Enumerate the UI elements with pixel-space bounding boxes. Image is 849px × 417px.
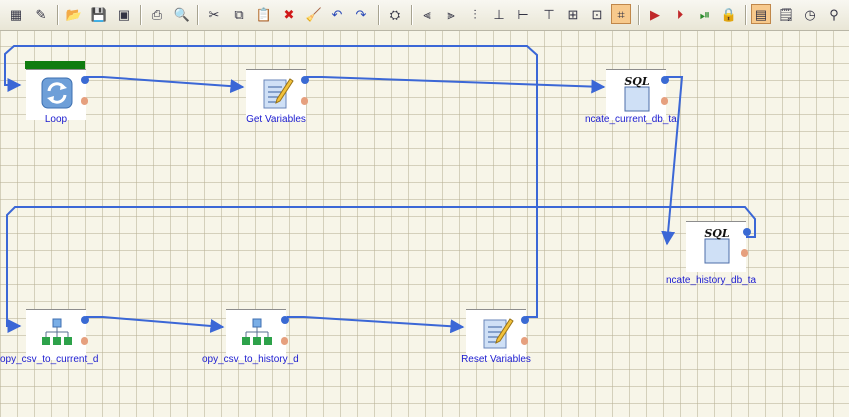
- sql-icon: SQL: [624, 75, 650, 112]
- component-truncate-current[interactable]: SQL: [606, 69, 669, 120]
- job-properties-icon[interactable]: ▦: [6, 4, 26, 24]
- align-left-icon[interactable]: ⫷: [417, 4, 437, 24]
- link-copy-current-to-copy-history: [86, 316, 225, 333]
- component-label: ncate_history_db_ta: [666, 275, 757, 286]
- toolbar-separator: [197, 5, 198, 25]
- find-icon[interactable]: ⛭: [385, 4, 405, 24]
- execution-progress-bar: [25, 61, 85, 69]
- input-port[interactable]: [661, 97, 668, 105]
- align-top-icon[interactable]: ⊤: [539, 4, 559, 24]
- toolbar: ▦ ✎ 📂 💾 ▣ ⎙ 🔍 ✂ ⧉ 📋 ✖ 🧹 ↶ ↷ ⛭ ⫷ ⫸ ⫶ ⊥ ⊢ …: [0, 0, 849, 31]
- output-port[interactable]: [81, 76, 89, 84]
- output-port[interactable]: [521, 316, 529, 324]
- binoculars-icon[interactable]: ⚲: [824, 4, 844, 24]
- align-center-icon[interactable]: ⫸: [441, 4, 461, 24]
- job-canvas[interactable]: Loop Get Variables SQL ncate_current_db_…: [0, 31, 849, 417]
- output-port[interactable]: [661, 76, 669, 84]
- component-copy-csv-to-history[interactable]: [226, 309, 289, 360]
- input-port[interactable]: [81, 97, 88, 105]
- script-icon: [483, 318, 514, 349]
- component-loop[interactable]: [25, 61, 89, 120]
- output-port[interactable]: [281, 316, 289, 324]
- print-icon[interactable]: ⎙: [147, 4, 167, 24]
- copy-icon[interactable]: ⧉: [229, 4, 249, 24]
- input-port[interactable]: [521, 337, 528, 345]
- sql-icon-text: SQL: [704, 227, 730, 240]
- input-port[interactable]: [301, 97, 308, 105]
- zoom-icon[interactable]: ◷: [800, 4, 820, 24]
- sql-icon-text: SQL: [624, 75, 650, 88]
- link-truncate-history-to-copy-current: [6, 206, 756, 333]
- show-grid-icon[interactable]: ▤: [751, 4, 771, 24]
- clean-icon[interactable]: 🧹: [304, 4, 324, 24]
- transform-icon: [242, 318, 272, 345]
- run-from-icon[interactable]: ⏵: [670, 4, 690, 24]
- undo-icon[interactable]: ↶: [327, 4, 347, 24]
- component-get-variables[interactable]: [246, 69, 309, 120]
- component-label: opy_csv_to_current_d: [0, 354, 99, 365]
- lock-icon[interactable]: 🔒: [719, 4, 739, 24]
- edit-properties-icon[interactable]: ✎: [31, 4, 51, 24]
- same-size-icon[interactable]: ⊡: [587, 4, 607, 24]
- open-icon[interactable]: 📂: [64, 4, 84, 24]
- sql-icon: SQL: [704, 227, 730, 264]
- transform-icon: [42, 318, 72, 345]
- align-bottom-icon[interactable]: ⊥: [489, 4, 509, 24]
- distribute-icon[interactable]: ⊞: [563, 4, 583, 24]
- link-loop-to-get-variables: [86, 76, 245, 94]
- input-port[interactable]: [741, 249, 748, 257]
- paste-icon[interactable]: 📋: [254, 4, 274, 24]
- component-label: opy_csv_to_history_d: [202, 354, 299, 365]
- toolbar-separator: [378, 5, 379, 25]
- component-label: Loop: [44, 114, 68, 125]
- component-reset-variables[interactable]: [466, 309, 529, 360]
- snap-to-grid-icon[interactable]: ⌗: [611, 4, 631, 24]
- save-all-icon[interactable]: ▣: [114, 4, 134, 24]
- component-label: Reset Variables: [461, 354, 531, 365]
- input-port[interactable]: [281, 337, 288, 345]
- save-icon[interactable]: 💾: [89, 4, 109, 24]
- output-port[interactable]: [301, 76, 309, 84]
- loop-icon: [41, 77, 73, 109]
- delete-icon[interactable]: ✖: [279, 4, 299, 24]
- component-label: Get Variables: [246, 114, 306, 125]
- preview-icon[interactable]: ⏯: [695, 4, 715, 24]
- redo-icon[interactable]: ↷: [351, 4, 371, 24]
- align-right-icon[interactable]: ⫶: [465, 4, 485, 24]
- toolbar-separator: [140, 5, 141, 25]
- link-copy-history-to-reset-variables: [287, 316, 465, 334]
- cut-icon[interactable]: ✂: [204, 4, 224, 24]
- output-port[interactable]: [743, 228, 751, 236]
- toolbar-separator: [638, 5, 639, 25]
- print-preview-icon[interactable]: 🔍: [172, 4, 192, 24]
- script-icon: [263, 78, 294, 109]
- component-label: ncate_current_db_ta: [585, 114, 677, 125]
- component-copy-csv-to-current[interactable]: [26, 309, 89, 360]
- toolbar-separator: [745, 5, 746, 25]
- align-middle-icon[interactable]: ⊢: [513, 4, 533, 24]
- run-icon[interactable]: ▶: [645, 4, 665, 24]
- output-port[interactable]: [81, 316, 89, 324]
- show-notes-icon[interactable]: 🗒: [776, 4, 796, 24]
- input-port[interactable]: [81, 337, 88, 345]
- toolbar-separator: [411, 5, 412, 25]
- toolbar-separator: [57, 5, 58, 25]
- link-get-variables-to-truncate-current: [305, 76, 606, 94]
- component-truncate-history[interactable]: SQL: [686, 221, 751, 272]
